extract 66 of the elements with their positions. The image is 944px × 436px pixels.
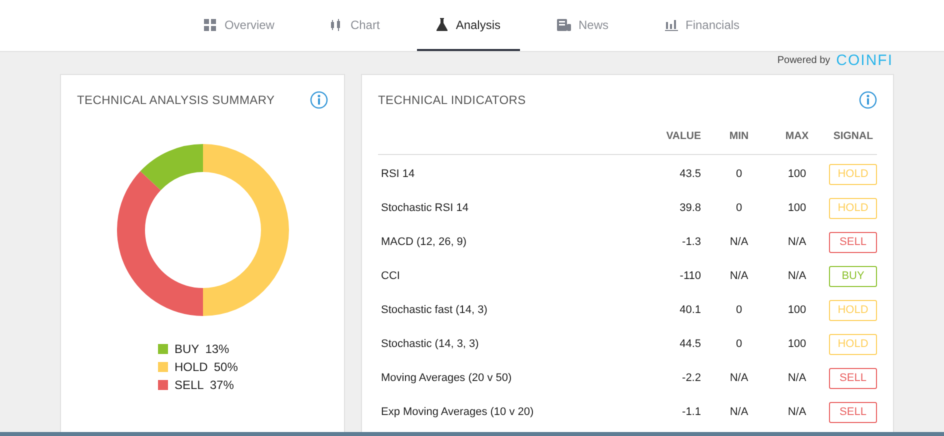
table-cell-text: N/A <box>728 236 750 248</box>
table-cell-text: -2.2 <box>681 372 702 384</box>
table-cell-text: N/A <box>786 270 808 282</box>
card-title: TECHNICAL INDICATORS <box>378 93 526 107</box>
indicator-name: Moving Averages (20 v 50) <box>380 372 513 384</box>
signal-badge: SELL <box>829 368 877 388</box>
nav-tab[interactable]: Financials <box>646 0 759 51</box>
signal-badge: HOLD <box>829 164 877 184</box>
table-cell-text: N/A <box>786 406 808 418</box>
legend-value: 13% <box>205 342 230 356</box>
nav-tab[interactable]: Analysis <box>416 0 520 51</box>
newspaper-icon <box>556 18 570 30</box>
indicator-name: MACD (12, 26, 9) <box>380 236 468 248</box>
table-cell-text: -110 <box>678 270 702 282</box>
table-cell-text: 100 <box>786 304 808 316</box>
signal-badge: HOLD <box>829 198 877 218</box>
table-cell-text: -1.1 <box>681 406 702 418</box>
nav-tab[interactable]: Overview <box>185 0 294 51</box>
legend-value: 50% <box>214 360 238 374</box>
card-title: TECHNICAL ANALYSIS SUMMARY <box>77 93 275 107</box>
table-cell-text: N/A <box>786 372 808 384</box>
column-header: SIGNAL <box>832 130 874 142</box>
column-header: MIN <box>728 130 750 142</box>
grid-icon <box>204 18 216 30</box>
legend-label: SELL <box>174 378 204 392</box>
table-cell-text: 100 <box>786 202 808 214</box>
table-cell-text: 100 <box>786 168 808 180</box>
bar-chart-icon <box>664 18 678 30</box>
signal-badge: SELL <box>829 402 877 422</box>
brand-logo: COINFI <box>836 52 893 68</box>
nav-tab[interactable]: News <box>538 0 628 51</box>
legend-value: 37% <box>210 378 234 392</box>
info-icon[interactable] <box>310 91 328 109</box>
indicator-name: RSI 14 <box>380 168 416 180</box>
signal-badge: HOLD <box>829 300 877 320</box>
table-cell-text: -1.3 <box>681 236 702 248</box>
indicator-name: Exp Moving Averages (10 v 20) <box>380 406 535 418</box>
nav-tab[interactable]: Chart <box>311 0 399 51</box>
table-cell-text: N/A <box>728 372 750 384</box>
table-cell-text: 100 <box>786 338 808 350</box>
table-cell-text: 44.5 <box>678 338 702 350</box>
table-cell-text: 39.8 <box>678 202 702 214</box>
indicator-name: Stochastic fast (14, 3) <box>380 304 488 316</box>
column-header: MAX <box>784 130 810 142</box>
table-cell-text: N/A <box>786 236 808 248</box>
signal-badge: BUY <box>829 266 877 286</box>
table-cell-text: 0 <box>734 202 744 214</box>
signal-badge: SELL <box>829 232 877 252</box>
signal-badge: HOLD <box>829 334 877 354</box>
table-cell-text: N/A <box>728 406 750 418</box>
indicator-name: Stochastic RSI 14 <box>380 202 470 214</box>
flask-icon <box>436 18 448 31</box>
powered-by-label: Powered by <box>777 54 830 66</box>
table-cell-text: 0 <box>734 338 744 350</box>
table-cell-text: 0 <box>734 304 744 316</box>
legend-label: HOLD <box>174 360 208 374</box>
table-cell-text: N/A <box>728 270 750 282</box>
column-header: VALUE <box>665 130 702 142</box>
table-cell-text: 43.5 <box>678 168 702 180</box>
indicator-name: CCI <box>380 270 401 282</box>
legend-label: BUY <box>174 342 200 356</box>
candlestick-icon <box>330 18 342 30</box>
info-icon[interactable] <box>859 91 877 109</box>
table-cell-text: 0 <box>734 168 744 180</box>
table-cell-text: 40.1 <box>678 304 702 316</box>
indicator-name: Stochastic (14, 3, 3) <box>380 338 480 350</box>
